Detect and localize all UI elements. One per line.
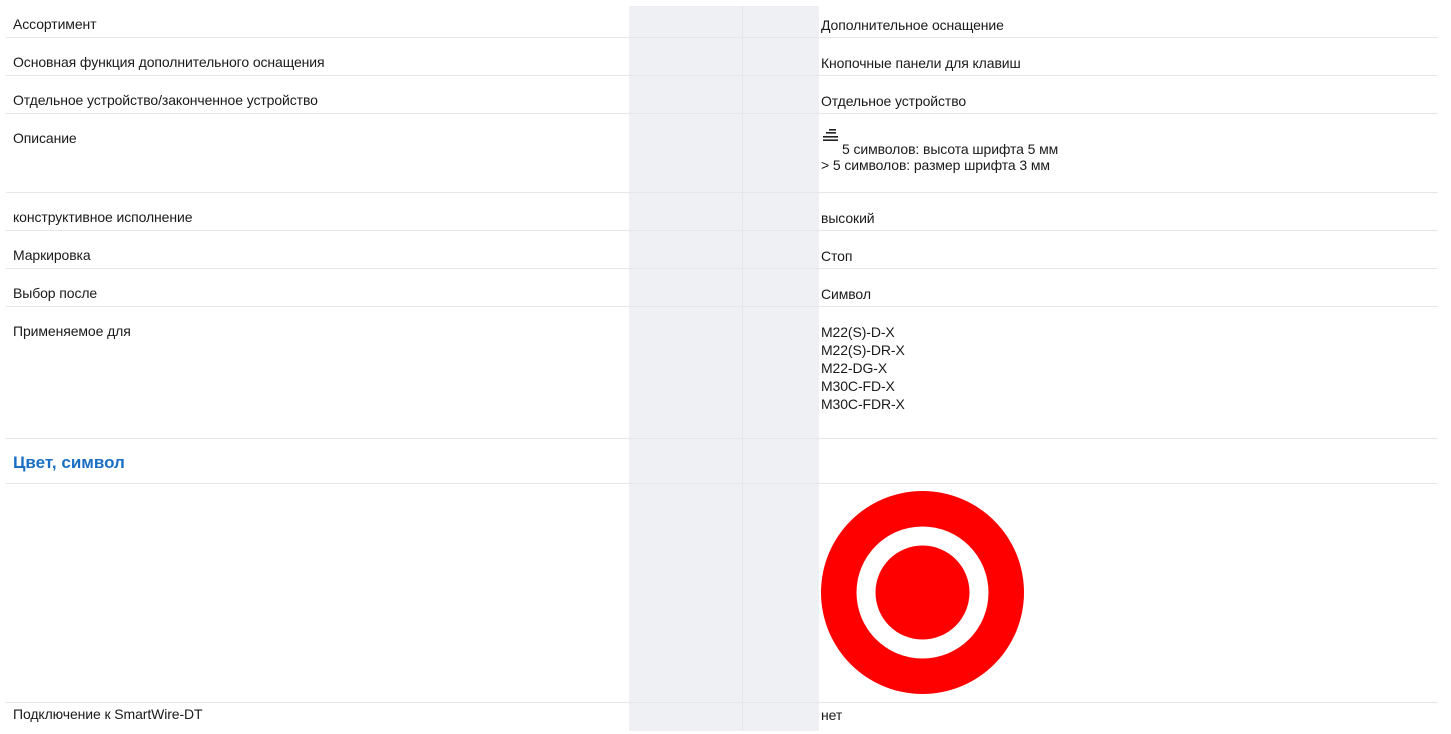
row-value: Символ [821,286,871,302]
table-row: Подключение к SmartWire-DT нет [6,703,1438,734]
table-row: Отдельное устройство/законченное устройс… [6,82,1438,114]
description-line: > 5 символов: размер шрифта 3 мм [821,157,1050,173]
compatible-model: M30C-FDR-X [821,396,905,412]
row-label: Подключение к SmartWire-DT [13,706,203,722]
row-label: Ассортимент [13,16,97,32]
table-row: Применяемое для M22(S)-D-X M22(S)-DR-X M… [6,313,1438,439]
row-value: высокий [821,210,875,226]
row-label: Выбор после [13,285,98,301]
row-label: Отдельное устройство/законченное устройс… [13,92,318,108]
description-line: 5 символов: высота шрифта 5 мм [842,141,1059,157]
compatible-model: M22(S)-D-X [821,324,895,340]
row-value: Кнопочные панели для клавиш [821,55,1021,71]
row-label: Описание [13,130,77,146]
section-title: Цвет, символ [13,453,125,472]
row-label: Маркировка [13,247,91,263]
red-stop-target-symbol [821,491,1024,694]
row-label: конструктивное исполнение [13,209,193,225]
text-lines-icon [823,129,838,141]
row-value: 5 символов: высота шрифта 5 мм > 5 симво… [821,128,1058,174]
row-label: Применяемое для [13,323,131,339]
row-value: Стоп [821,248,853,264]
table-row: Основная функция дополнительного оснащен… [6,44,1438,76]
compatible-model: M30C-FD-X [821,378,895,394]
symbol-row [6,484,1438,703]
section-row: Цвет, символ [6,439,1438,484]
spec-table: Ассортимент Дополнительное оснащение Осн… [0,0,1451,731]
row-value: Дополнительное оснащение [821,17,1004,33]
table-row: Ассортимент Дополнительное оснащение [6,6,1438,38]
table-row: конструктивное исполнение высокий [6,199,1438,231]
row-label: Основная функция дополнительного оснащен… [13,54,325,70]
row-value: M22(S)-D-X M22(S)-DR-X M22-DG-X M30C-FD-… [821,323,905,413]
compatible-model: M22(S)-DR-X [821,342,905,358]
table-row: Выбор после Символ [6,275,1438,307]
compatible-model: M22-DG-X [821,360,888,376]
table-row: Маркировка Стоп [6,237,1438,269]
row-value: нет [821,707,843,723]
table-row: Описание 5 символов: высота шрифта 5 мм … [6,120,1438,193]
row-value: Отдельное устройство [821,93,967,109]
